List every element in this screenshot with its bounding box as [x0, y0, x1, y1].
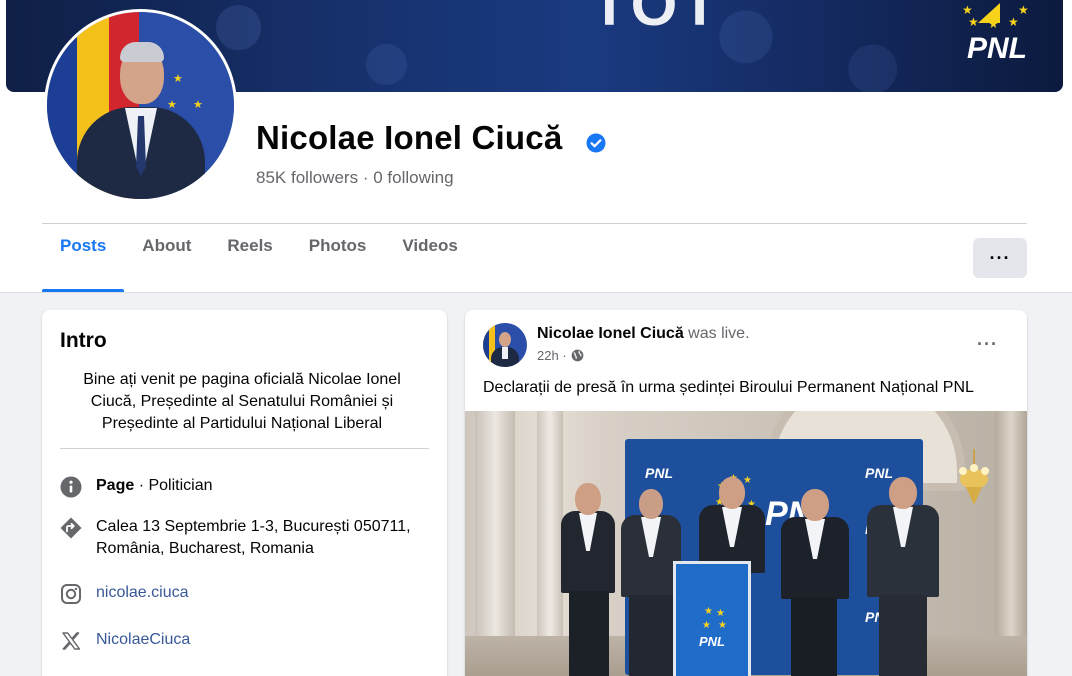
star-icon: ★: [1018, 3, 1029, 17]
person-standing: [865, 475, 941, 676]
info-page-type: Page · Politician: [60, 475, 213, 498]
more-options-button[interactable]: ···: [973, 238, 1027, 278]
info-icon: [60, 476, 82, 498]
address-line-1: Calea 13 Septembrie 1-3, București 05071…: [96, 518, 411, 535]
star-icon: ★: [716, 608, 725, 619]
tab-about[interactable]: About: [124, 236, 209, 292]
person-legs: [791, 597, 837, 676]
podium-logo: PNL: [699, 634, 725, 649]
person-legs: [629, 595, 673, 676]
post-options-button[interactable]: ···: [977, 334, 998, 355]
directions-icon: [60, 517, 82, 539]
tab-reels[interactable]: Reels: [209, 236, 290, 292]
info-address: Calea 13 Septembrie 1-3, București 05071…: [60, 516, 411, 560]
person-speaker: [697, 473, 767, 573]
post-meta: 22h ·: [537, 348, 584, 363]
following-count: 0: [373, 168, 383, 187]
post-meta-separator: ·: [562, 348, 567, 363]
post-text: Declarații de presă în urma ședinței Bir…: [483, 379, 974, 396]
intro-bio: Bine ați venit pe pagina oficială Nicola…: [83, 371, 401, 432]
person-face: [719, 477, 745, 509]
post-header: Nicolae Ionel Ciucă was live.: [537, 325, 750, 343]
cover-slogan-text: TOT: [591, 0, 722, 38]
star-icon: ★: [704, 606, 713, 617]
header-divider: [42, 223, 1027, 224]
star-icon: ★: [968, 15, 979, 29]
person-face: [801, 489, 829, 521]
following-link[interactable]: 0 following: [373, 168, 453, 187]
info-instagram: nicolae.ciuca: [60, 582, 189, 605]
intro-divider: [60, 448, 429, 449]
person-face: [575, 483, 601, 515]
post-timestamp[interactable]: 22h: [537, 348, 559, 363]
profile-picture-image: ★ ★ ★: [47, 12, 234, 199]
verified-badge-icon: [586, 133, 606, 153]
x-link[interactable]: NicolaeCiuca: [96, 629, 190, 651]
banner-logo-small: PNL: [645, 465, 673, 481]
star-icon: ★: [193, 99, 203, 111]
tab-videos[interactable]: Videos: [384, 236, 475, 292]
profile-tabs: Posts About Reels Photos Videos: [42, 236, 476, 292]
star-icon: ★: [173, 73, 183, 85]
post-author-name[interactable]: Nicolae Ionel Ciucă: [537, 325, 684, 342]
person-shirt: [502, 347, 508, 359]
post-card: Nicolae Ionel Ciucă was live. 22h · ··· …: [465, 310, 1027, 676]
page-label: Page: [96, 477, 135, 494]
person-face: [639, 489, 663, 519]
pnl-logo: ★ ★ ★ ★ ★ PNL: [952, 0, 1042, 70]
followers-count: 85K: [256, 168, 287, 187]
post-live-video[interactable]: PNL PNL PNL PNL PNL PNL ★ ★ ★ ★ ★ PNL: [465, 411, 1027, 676]
address-line-2: România, Bucharest, Romania: [96, 540, 314, 557]
post-author-avatar[interactable]: [483, 323, 527, 367]
info-x: NicolaeCiuca: [60, 629, 190, 652]
intro-card: Intro Bine ați venit pe pagina oficială …: [42, 310, 447, 676]
x-logo-icon: [62, 632, 81, 650]
flag-stripe-blue: [483, 323, 489, 367]
person-face: [499, 332, 511, 347]
followers-label: followers: [290, 168, 359, 187]
star-icon: ★: [1008, 15, 1019, 29]
person-legs: [569, 591, 609, 676]
chandelier-icon: [959, 449, 989, 505]
star-icon: ★: [167, 99, 177, 111]
post-action: was live.: [688, 325, 750, 342]
flag-stripe-blue: [47, 12, 77, 199]
stats-separator: ·: [362, 168, 369, 187]
person-face: [889, 477, 917, 509]
person-standing: [557, 479, 619, 676]
star-icon: ★: [702, 620, 711, 631]
person-standing: [779, 487, 851, 676]
star-icon: ★: [718, 620, 727, 631]
profile-stats: 85K followers · 0 following: [256, 168, 454, 188]
instagram-icon: [61, 584, 81, 604]
following-label: following: [387, 168, 454, 187]
profile-header: TOT ★ ★ ★ ★ ★ PNL ★ ★ ★ Nicolae Ionel Ci…: [0, 0, 1072, 293]
podium: ★ ★ ★ ★ PNL: [673, 561, 751, 676]
instagram-link[interactable]: nicolae.ciuca: [96, 582, 189, 604]
page-category: · Politician: [134, 477, 213, 494]
globe-icon: [571, 349, 584, 362]
star-icon: ★: [988, 17, 999, 31]
intro-title: Intro: [60, 329, 107, 352]
profile-name: Nicolae Ionel Ciucă: [256, 119, 563, 156]
tab-photos[interactable]: Photos: [291, 236, 385, 292]
pnl-logo-text: PNL: [967, 32, 1027, 65]
person-legs: [879, 595, 927, 676]
profile-picture[interactable]: ★ ★ ★: [44, 9, 237, 202]
tab-posts[interactable]: Posts: [42, 236, 125, 292]
followers-link[interactable]: 85K followers: [256, 168, 358, 187]
person-hair: [120, 42, 164, 62]
